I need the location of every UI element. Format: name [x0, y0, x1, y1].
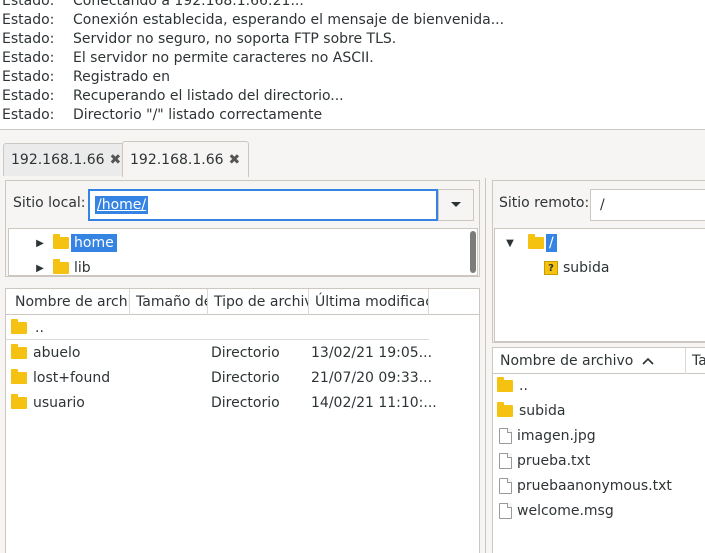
folder-icon — [497, 401, 513, 417]
remote-path-input[interactable]: / — [590, 189, 705, 221]
tree-item-label: / — [546, 234, 557, 252]
folder-icon — [53, 234, 69, 249]
log-label: Estado: — [2, 107, 55, 123]
file-name: .. — [519, 377, 528, 394]
log-message: Registrado en — [73, 69, 170, 85]
close-icon[interactable]: ✖ — [110, 152, 122, 168]
file-icon — [499, 502, 512, 519]
tab-label: 192.168.1.66 — [130, 151, 224, 168]
file-name: lost+found — [33, 369, 111, 386]
tab-connection-1[interactable]: 192.168.1.66 ✖ — [3, 143, 131, 176]
folder-icon — [528, 234, 544, 249]
tree-item-subida[interactable]: ? subida — [544, 256, 609, 280]
column-header-modified[interactable]: Última modificación — [309, 289, 429, 315]
remote-file-list[interactable]: Nombre de archivo Ta .. subida imagen.jp… — [492, 347, 705, 553]
folder-icon — [11, 393, 27, 409]
file-name: subida — [519, 402, 566, 419]
log-label: Estado: — [2, 0, 55, 9]
log-label: Estado: — [2, 88, 55, 104]
log-message: Recuperando el listado del directorio... — [73, 88, 344, 104]
file-icon — [499, 477, 512, 494]
remote-list-header: Nombre de archivo Ta — [493, 348, 705, 374]
list-item[interactable]: abuelo Directorio 13/02/21 19:05... — [6, 340, 479, 365]
list-item[interactable]: pruebaanonymous.txt — [493, 473, 705, 498]
file-name: .. — [35, 319, 44, 336]
file-modified: 21/07/20 09:33... — [311, 369, 433, 386]
tab-label: 192.168.1.66 — [11, 152, 105, 168]
local-site-label: Sitio local: — [13, 195, 86, 211]
remote-site-label: Sitio remoto: — [499, 195, 590, 211]
message-log[interactable]: Estado: Conectando a 192.168.1.66:21... E… — [0, 0, 705, 129]
log-message: Conectando a 192.168.1.66:21... — [73, 0, 304, 9]
local-directory-tree[interactable]: ▶ home ▶ lib — [8, 228, 478, 276]
unknown-folder-icon: ? — [544, 261, 558, 275]
local-path-value: /home/ — [95, 196, 149, 214]
log-label: Estado: — [2, 31, 55, 47]
file-name: pruebaanonymous.txt — [517, 477, 672, 494]
file-name: welcome.msg — [517, 502, 614, 519]
file-modified: 13/02/21 19:05... — [311, 344, 433, 361]
file-type: Directorio — [211, 394, 280, 411]
tree-item-label: home — [71, 234, 117, 252]
local-list-header: Nombre de archivo Tamaño de archivo Tipo… — [6, 289, 479, 315]
file-name: usuario — [33, 394, 85, 411]
folder-icon — [53, 259, 69, 274]
folder-icon — [11, 368, 27, 384]
column-header-size[interactable]: Ta — [686, 348, 705, 374]
local-site-panel: Sitio local: /home/ ▶ home ▶ lib — [5, 180, 480, 277]
file-name: abuelo — [33, 344, 81, 361]
log-message: Directorio "/" listado correctamente — [73, 107, 323, 123]
file-icon — [499, 452, 512, 469]
list-item-parent[interactable]: .. — [493, 373, 705, 398]
pane-splitter[interactable] — [485, 178, 486, 553]
expander-down-icon[interactable]: ▼ — [503, 238, 517, 249]
log-label: Estado: — [2, 12, 55, 28]
tab-bar: 192.168.1.66 ✖ 192.168.1.66 ✖ — [0, 129, 705, 177]
file-type: Directorio — [211, 369, 280, 386]
expander-right-icon[interactable]: ▶ — [33, 238, 47, 249]
log-message: Conexión establecida, esperando el mensa… — [73, 12, 505, 28]
list-item[interactable]: prueba.txt — [493, 448, 705, 473]
local-file-list[interactable]: Nombre de archivo Tamaño de archivo Tipo… — [5, 288, 480, 553]
tree-item-lib[interactable]: ▶ lib — [33, 256, 91, 276]
file-name: imagen.jpg — [517, 427, 596, 444]
remote-site-panel: Sitio remoto: / ▼ / ? subida — [492, 180, 705, 343]
log-label: Estado: — [2, 69, 55, 85]
local-path-dropdown[interactable] — [438, 189, 474, 221]
list-item[interactable]: lost+found Directorio 21/07/20 09:33... — [6, 365, 479, 390]
list-item[interactable]: subida — [493, 398, 705, 423]
tree-item-home[interactable]: ▶ home — [33, 231, 117, 255]
file-type: Directorio — [211, 344, 280, 361]
close-icon[interactable]: ✖ — [229, 152, 241, 168]
chevron-down-icon — [451, 202, 461, 207]
folder-icon — [11, 318, 27, 334]
local-path-input[interactable]: /home/ — [88, 189, 438, 221]
column-header-name[interactable]: Nombre de archivo — [9, 289, 130, 315]
remote-path-value: / — [600, 197, 605, 213]
tree-item-label: subida — [563, 260, 610, 276]
tree-scrollbar[interactable] — [470, 231, 476, 273]
file-name: prueba.txt — [517, 452, 591, 469]
column-header-type[interactable]: Tipo de archivo — [208, 289, 309, 315]
log-label: Estado: — [2, 50, 55, 66]
log-message: El servidor no permite caracteres no ASC… — [73, 50, 374, 66]
expander-right-icon[interactable]: ▶ — [33, 263, 47, 274]
column-header-size[interactable]: Tamaño de archivo — [130, 289, 208, 315]
file-modified: 14/02/21 11:10:... — [311, 394, 437, 411]
list-item[interactable]: imagen.jpg — [493, 423, 705, 448]
tree-item-label: lib — [74, 260, 91, 276]
file-icon — [499, 427, 512, 444]
tab-connection-2[interactable]: 192.168.1.66 ✖ — [122, 141, 250, 177]
sort-ascending-icon — [642, 357, 654, 365]
list-item-parent[interactable]: .. — [6, 315, 429, 340]
folder-icon — [11, 343, 27, 359]
tree-item-root[interactable]: ▼ / — [503, 231, 557, 255]
column-header-name[interactable]: Nombre de archivo — [493, 348, 686, 374]
remote-directory-tree[interactable]: ▼ / ? subida — [494, 228, 705, 342]
list-item[interactable]: welcome.msg — [493, 498, 705, 523]
log-message: Servidor no seguro, no soporta FTP sobre… — [73, 31, 397, 47]
folder-icon — [497, 376, 513, 392]
list-item[interactable]: usuario Directorio 14/02/21 11:10:... — [6, 390, 479, 415]
